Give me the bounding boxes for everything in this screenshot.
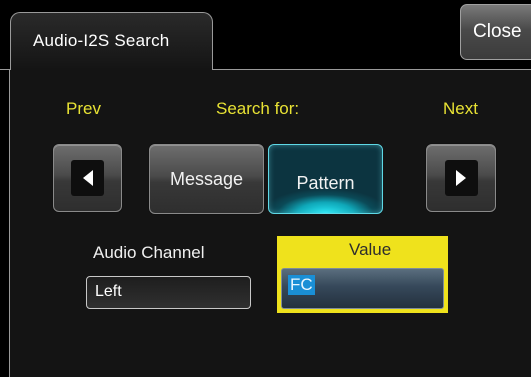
pattern-button-label: Pattern bbox=[296, 172, 355, 193]
audio-channel-field[interactable]: Left bbox=[86, 276, 251, 309]
audio-channel-label: Audio Channel bbox=[93, 243, 205, 262]
triangle-right-icon bbox=[456, 170, 466, 186]
search-for-label: Search for: bbox=[216, 99, 300, 118]
prev-label: Prev bbox=[66, 99, 101, 118]
prev-arrow-box bbox=[71, 160, 104, 196]
close-button[interactable]: Close bbox=[460, 4, 531, 60]
value-input[interactable]: FC bbox=[281, 268, 444, 309]
triangle-left-icon bbox=[82, 170, 93, 186]
next-arrow-box bbox=[444, 160, 478, 196]
tab-audio-i2s-search[interactable]: Audio-I2S Search bbox=[10, 12, 213, 70]
tab-divider bbox=[0, 69, 10, 70]
audio-channel-value: Left bbox=[95, 283, 122, 300]
message-button-label: Message bbox=[169, 168, 244, 189]
next-label: Next bbox=[443, 99, 478, 118]
tab-title: Audio-I2S Search bbox=[33, 31, 170, 50]
value-input-text: FC bbox=[288, 275, 315, 295]
value-label: Value bbox=[349, 240, 392, 259]
prev-button[interactable] bbox=[53, 144, 122, 212]
message-button[interactable]: Message bbox=[149, 144, 264, 214]
pattern-button[interactable]: Pattern bbox=[268, 144, 383, 214]
audio-i2s-search-dialog: Audio-I2S Search Close Prev Search for: … bbox=[0, 0, 531, 377]
next-button[interactable] bbox=[426, 144, 496, 212]
value-header: Value bbox=[277, 236, 448, 266]
close-button-label: Close bbox=[473, 21, 522, 42]
